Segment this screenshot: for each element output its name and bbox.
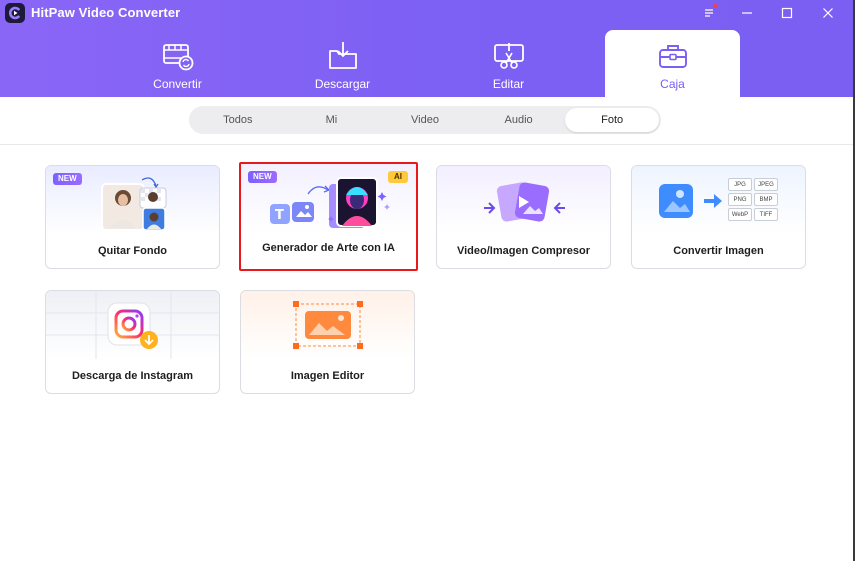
tab-label: Caja	[660, 77, 685, 91]
subtab-video[interactable]: Video	[378, 108, 472, 132]
app-window: HitPaw Video Converter Convertir Descarg…	[0, 0, 855, 561]
film-convert-icon	[161, 40, 195, 72]
maximize-icon[interactable]	[777, 3, 797, 23]
new-badge: NEW	[53, 173, 82, 185]
tab-convertir[interactable]: Convertir	[110, 30, 245, 97]
app-title: HitPaw Video Converter	[31, 5, 181, 20]
new-badge: NEW	[248, 171, 277, 183]
tool-label: Descarga de Instagram	[71, 370, 194, 382]
app-logo-icon	[5, 3, 25, 23]
folder-download-icon	[326, 40, 360, 72]
instagram-download-icon	[46, 291, 219, 359]
ai-badge: AI	[388, 171, 408, 183]
format-tiff: TIFF	[754, 208, 778, 221]
image-editor-icon	[241, 291, 414, 359]
svg-text:T: T	[275, 208, 284, 223]
menu-icon[interactable]	[699, 3, 719, 23]
sub-tabs: Todos Mi Video Audio Foto	[189, 106, 661, 134]
tab-editar[interactable]: Editar	[441, 30, 576, 97]
format-jpeg: JPEG	[754, 178, 778, 191]
tool-label: Quitar Fondo	[97, 245, 168, 257]
image-convert-icon: JPG JPEG PNG BMP WebP TIFF	[632, 166, 805, 234]
minimize-icon[interactable]	[737, 3, 757, 23]
title-bar: HitPaw Video Converter	[0, 0, 853, 26]
tool-label: Video/Imagen Compresor	[456, 245, 591, 257]
format-webp: WebP	[728, 208, 752, 221]
tab-label: Descargar	[314, 77, 371, 91]
subtab-foto[interactable]: Foto	[565, 108, 659, 132]
scissors-edit-icon	[492, 40, 526, 72]
tab-label: Editar	[492, 77, 525, 91]
subtab-audio[interactable]: Audio	[472, 108, 566, 132]
subtab-mi[interactable]: Mi	[285, 108, 379, 132]
tool-card-convertir-imagen[interactable]: JPG JPEG PNG BMP WebP TIFF Convertir Ima…	[631, 165, 806, 269]
toolbox-icon	[656, 40, 690, 72]
tool-label: Imagen Editor	[290, 370, 365, 382]
format-png: PNG	[728, 193, 752, 206]
notification-dot	[713, 4, 717, 8]
tab-caja[interactable]: Caja	[605, 30, 740, 97]
tab-label: Convertir	[153, 77, 202, 91]
compress-icon	[437, 166, 610, 234]
main-tabs: Convertir Descargar Editar Caja	[0, 30, 853, 97]
close-icon[interactable]	[818, 3, 838, 23]
tool-card-quitar-fondo[interactable]: NEW Quitar Fondo	[45, 165, 220, 269]
format-jpg: JPG	[728, 178, 752, 191]
subtab-todos[interactable]: Todos	[191, 108, 285, 132]
sub-tabs-bar: Todos Mi Video Audio Foto	[0, 97, 853, 145]
format-bmp: BMP	[754, 193, 778, 206]
tool-label: Generador de Arte con IA	[262, 242, 395, 254]
tool-card-generador-arte-ia[interactable]: T NEW AI Generador de Arte con IA	[239, 162, 418, 271]
tool-card-descarga-instagram[interactable]: Descarga de Instagram	[45, 290, 220, 394]
tool-card-compresor[interactable]: Video/Imagen Compresor	[436, 165, 611, 269]
tool-card-imagen-editor[interactable]: Imagen Editor	[240, 290, 415, 394]
header: HitPaw Video Converter Convertir Descarg…	[0, 0, 853, 97]
tab-descargar[interactable]: Descargar	[275, 30, 410, 97]
tool-label: Convertir Imagen	[673, 245, 764, 257]
